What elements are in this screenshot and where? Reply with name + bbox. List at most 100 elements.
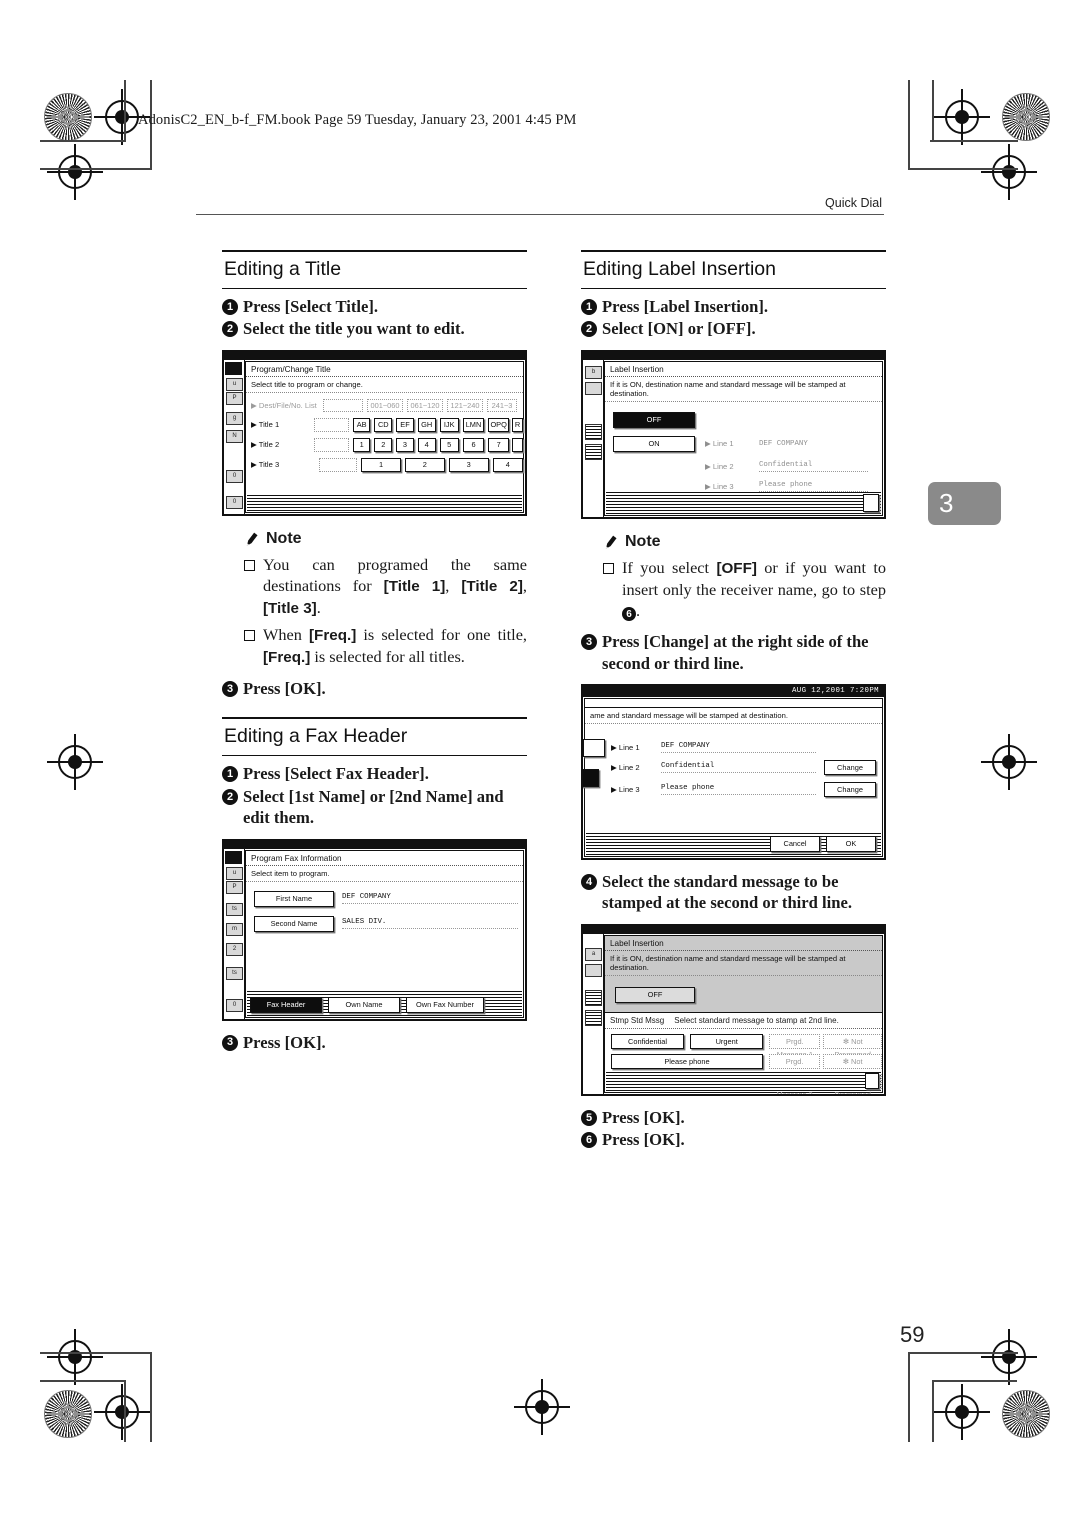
lcd-screenshot-label-insertion-change: AUG 12,2001 7:20PM ame and standard mess… [581,683,886,860]
lcd-dialog: ame and standard message will be stamped… [583,697,883,857]
lcd-button-digit[interactable]: 5 [439,437,459,452]
lcd-button-letters[interactable]: LMN [462,417,485,432]
key-freq: [Freq.] [263,649,311,667]
panel-chip: N [226,429,243,443]
lcd-button-letters[interactable]: IJK [439,417,459,432]
lcd-toggle-on-row: ON ▶ Line 1 DEF COMPANY [605,428,882,452]
lcd-button-digit[interactable]: 4 [492,457,523,472]
panel-chip-dark [225,361,242,375]
line-value: Please phone [661,784,816,795]
lcd-button-blank[interactable] [313,437,349,452]
lcd-button-blank[interactable] [319,457,358,472]
lcd-button-prgd-message-1[interactable]: Prgd. Message 1 [769,1033,821,1059]
pencil-icon [246,532,258,546]
step-number: 6 [581,1132,597,1149]
lcd-button-letters[interactable]: EF [396,417,414,432]
lcd-button-letters[interactable]: R [512,417,523,432]
lcd-value-second-name: SALES DIV. [342,918,518,930]
lcd-button-range[interactable]: 061~120 [407,398,443,412]
panel-chip: ts [226,966,243,980]
crop-line-tl-v1 [124,80,126,142]
lcd-button-letters[interactable]: CD [374,417,393,432]
lcd-dialog-title: Label Insertion [605,362,882,377]
lcd-dialog-subtitle: If it is ON, destination name and standa… [605,951,882,976]
lcd-tab-own-name[interactable]: Own Name [328,996,400,1013]
step-text: Select the title you want to edit. [243,319,465,339]
panel-chip: P [226,880,243,894]
lcd-button-off[interactable]: OFF [613,411,695,428]
lcd-scroll-button[interactable] [865,1072,879,1089]
lcd-button-on[interactable]: ON [613,435,695,452]
key-freq: [Freq.] [309,627,357,645]
crop-line-bl-v1 [150,1352,152,1442]
lcd-button-digit[interactable]: 1 [352,437,371,452]
lcd-tab-own-fax-number[interactable]: Own Fax Number [406,996,484,1013]
lcd-button-confidential[interactable]: Confidential [611,1033,685,1049]
note-item: You can programed the same destinations … [244,554,527,619]
note-header: Note [244,530,527,548]
lcd-button-letters[interactable]: OPQ [488,417,510,432]
reg-target-tl-inner [94,89,150,145]
lcd-button-letters[interactable]: AB [352,417,371,432]
lcd-button-digit[interactable]: 3 [396,437,414,452]
step-item: 3 Press [OK]. [222,1032,527,1053]
lcd-button-off-partial[interactable] [583,738,605,757]
lcd-button-range[interactable]: 001~060 [367,398,403,412]
line-label: ▶ Line 1 [705,439,734,449]
lcd-button-digit[interactable]: 4 [417,437,436,452]
overlay-title: Stmp Std Mssg [610,1015,665,1025]
lcd-button-ok[interactable]: OK [826,835,876,852]
lcd-button-off[interactable]: OFF [615,986,695,1003]
lcd-button-range[interactable]: 121~240 [447,398,483,412]
lcd-button-digit[interactable]: 6 [462,437,485,452]
lcd-button-urgent[interactable]: Urgent [690,1033,764,1049]
lcd-button-second-name[interactable]: Second Name [254,915,334,932]
lcd-button-digit[interactable]: 2 [404,457,445,472]
note-label: Note [625,532,661,550]
lcd-button-on-partial[interactable] [583,768,599,787]
lcd-top-bar [224,351,525,360]
lcd-scroll-button[interactable] [863,493,879,512]
lcd-line-row: ▶ Line 3 Please phone Change [585,775,882,797]
step-text: Press [OK]. [602,1130,685,1150]
lcd-button-blank[interactable] [323,398,363,412]
chapter-tab: 3 [928,482,1001,525]
step-text: Press [OK]. [602,1107,685,1127]
step-text: Select [1st Name] or [2nd Name] and edit… [243,786,504,828]
lcd-button-digit[interactable]: 2 [374,437,393,452]
lcd-button-digit[interactable]: 7 [488,437,510,452]
step-item: 1 Press [Select Fax Header]. [222,763,527,784]
square-bullet-icon [603,562,614,574]
lcd-button-digit[interactable] [512,437,523,452]
panel-chip [585,963,602,977]
lcd-clock-bar: AUG 12,2001 7:20PM [583,685,884,697]
lcd-button-change-line2[interactable]: Change [824,759,876,775]
lcd-field-row: First Name DEF COMPANY [246,882,523,907]
lcd-button-please-phone[interactable]: Please phone [611,1053,763,1069]
key-title1: [Title 1] [383,577,446,595]
lcd-tab-fax-header[interactable]: Fax Header [250,996,322,1013]
lcd-button-change-line3[interactable]: Change [824,781,876,797]
lcd-button-cancel[interactable]: Cancel [770,835,820,852]
lcd-button-digit[interactable]: 1 [361,457,401,472]
lcd-button-blank[interactable] [313,417,349,432]
reg-target-tr-outer [981,144,1037,200]
lcd-button-first-name[interactable]: First Name [254,890,334,907]
reg-target-bl-outer [47,1329,103,1385]
lcd-button-range[interactable]: 241~3 [487,398,517,412]
step-text: Select [ON] or [OFF]. [602,319,756,339]
lcd-button-prgd-message-2[interactable]: Prgd. Message 2 [768,1053,821,1079]
reg-target-bottom-center [514,1379,570,1435]
running-head: Quick Dial [825,196,882,210]
step-number: 2 [222,321,238,338]
step-text: Press [Select Fax Header]. [243,764,429,784]
lcd-button-letters[interactable]: GH [417,417,436,432]
crop-line-br-h2 [932,1380,1017,1382]
line-value: Confidential [759,461,868,472]
lcd-footer-hatch [606,1070,881,1091]
lcd-button-digit[interactable]: 3 [448,457,489,472]
step-reference: 6 [622,607,636,622]
triangle-right-icon: ▶ [611,762,617,772]
header-rule [196,214,884,216]
row-label: ▶ Title 2 [251,440,280,450]
